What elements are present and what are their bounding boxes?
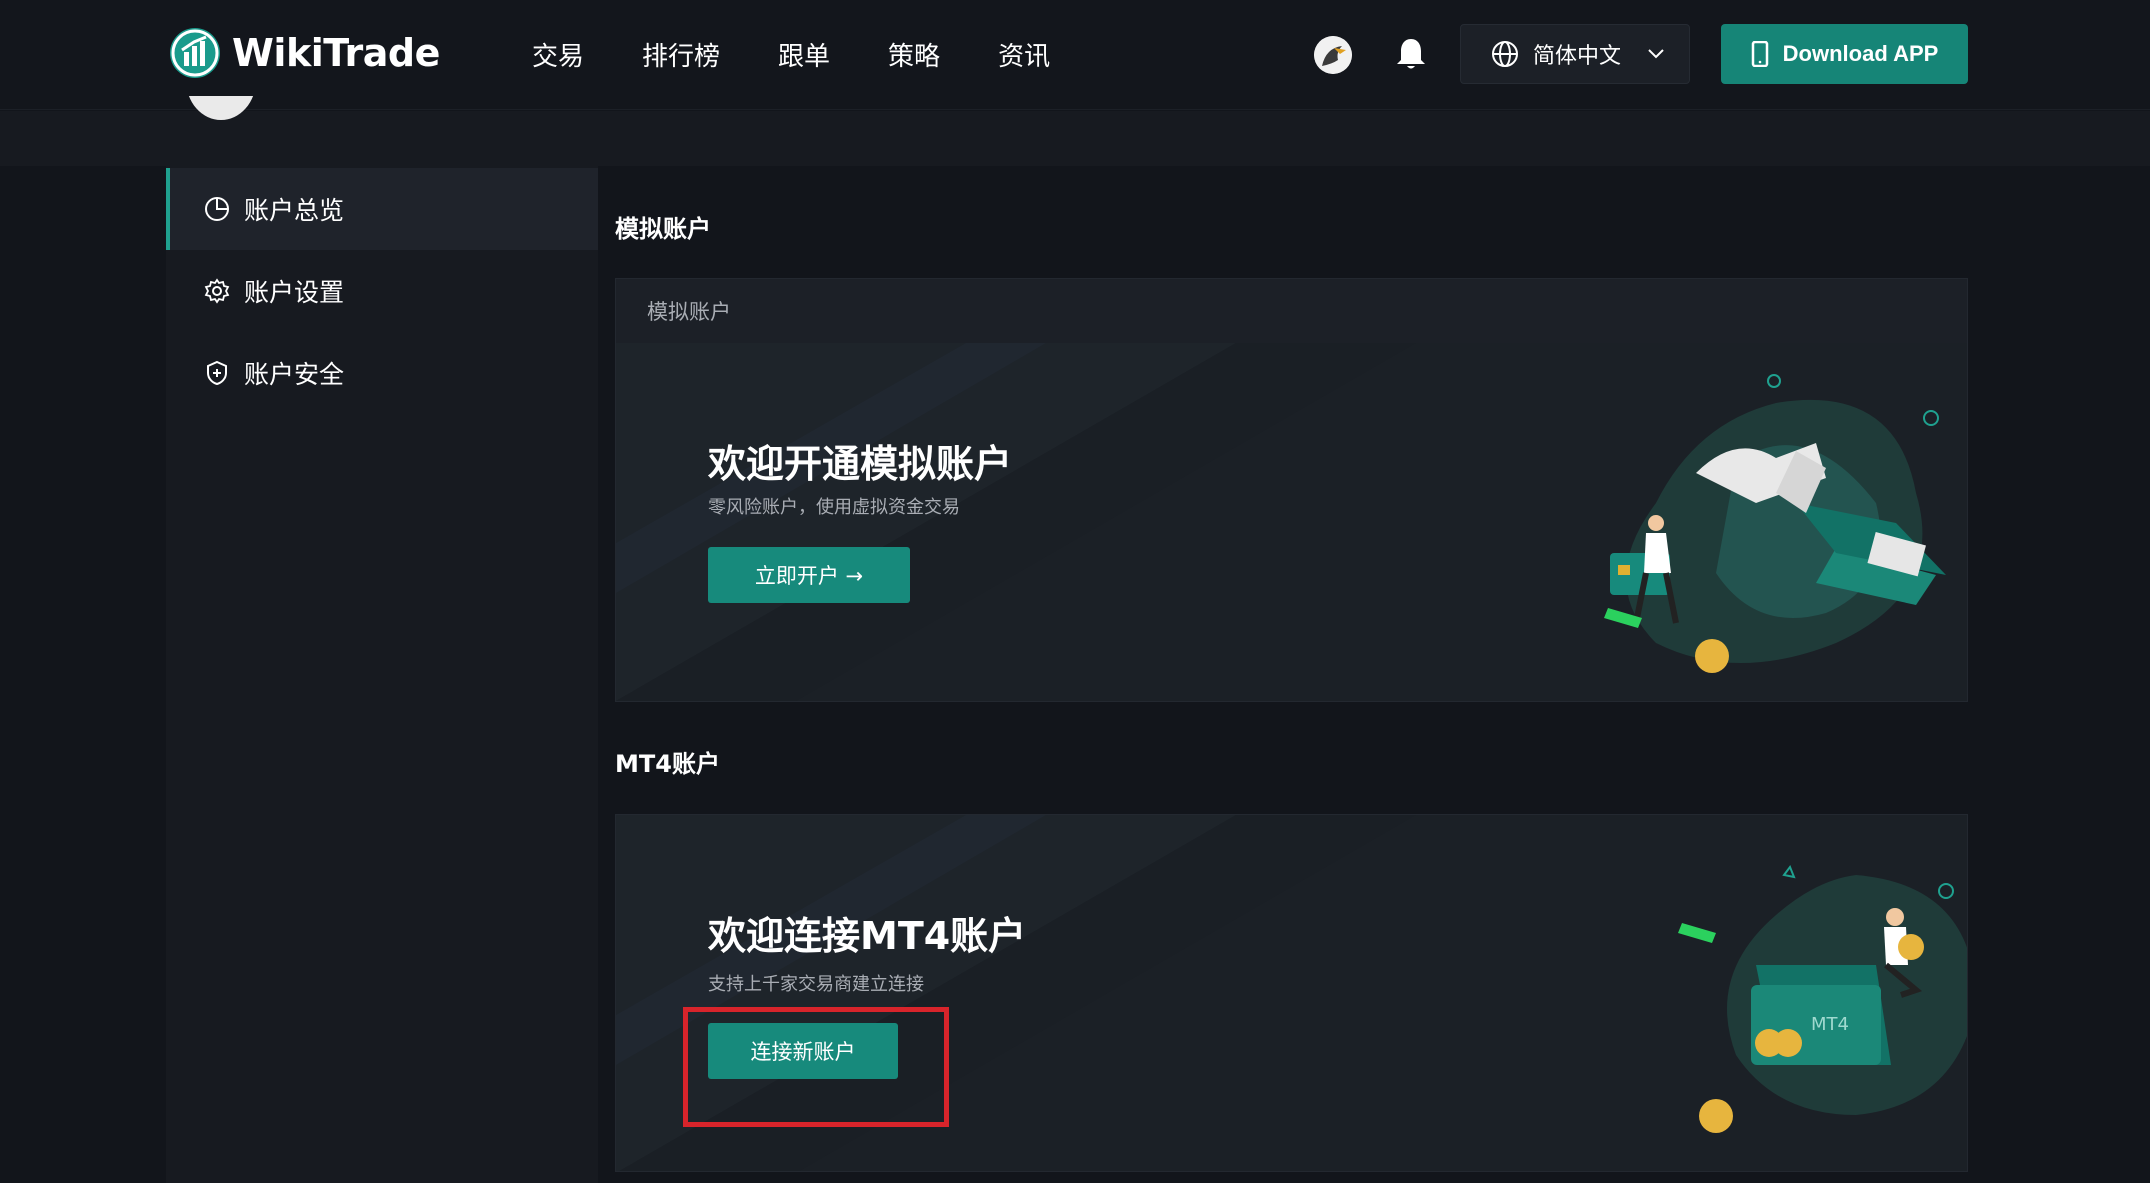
language-selector[interactable]: 简体中文 [1460, 24, 1690, 84]
sidebar-item-label: 账户总览 [244, 196, 345, 225]
sidebar-item-settings[interactable]: 账户设置 [166, 250, 598, 332]
mt4-card-label: MT4 [1811, 1014, 1849, 1035]
mt4-banner-title: 欢迎连接MT4账户 [708, 914, 1027, 958]
gear-icon [204, 278, 230, 304]
logo[interactable]: WikiTrade [170, 28, 440, 78]
phone-icon [1751, 41, 1768, 67]
demo-banner-title: 欢迎开通模拟账户 [708, 442, 1013, 486]
download-app-button[interactable]: Download APP [1721, 24, 1968, 84]
sidebar-item-label: 账户安全 [244, 360, 345, 389]
highlight-box [683, 1007, 949, 1127]
logo-text: WikiTrade [232, 31, 440, 75]
sidebar-item-overview[interactable]: 账户总览 [166, 168, 598, 250]
logo-icon [170, 28, 220, 78]
pie-chart-icon [205, 197, 229, 221]
demo-section-title: 模拟账户 [615, 215, 711, 243]
nav-item-ranking[interactable]: 排行榜 [642, 36, 720, 73]
demo-banner-subtitle: 零风险账户，使用虚拟资金交易 [708, 497, 960, 518]
main-nav: 交易 排行榜 跟单 策略 资讯 [532, 36, 1108, 73]
nav-item-copy[interactable]: 跟单 [778, 36, 830, 73]
shield-icon [207, 360, 227, 386]
open-demo-account-button[interactable]: 立即开户 → [708, 547, 910, 603]
sidebar-item-security[interactable]: 账户安全 [166, 332, 598, 414]
sidebar-item-label: 账户设置 [244, 278, 345, 307]
demo-card-header: 模拟账户 [647, 300, 731, 324]
pos-terminal-illustration [1604, 374, 1946, 673]
mt4-banner-subtitle: 支持上千家交易商建立连接 [708, 974, 924, 995]
bell-icon[interactable] [1394, 36, 1428, 72]
globe-icon [1492, 41, 1518, 67]
mt4-wallet-illustration: MT4 [1678, 864, 1967, 1133]
top-header: WikiTrade 交易 排行榜 跟单 策略 资讯 简体中文 Download … [0, 0, 2150, 110]
nav-item-news[interactable]: 资讯 [998, 36, 1050, 73]
mt4-section-title: MT4账户 [615, 750, 720, 778]
sidebar: 账户总览 账户设置 账户安全 [166, 166, 598, 1183]
profile-band [0, 111, 2150, 166]
download-app-label: Download APP [1782, 41, 1939, 66]
nav-item-strategy[interactable]: 策略 [888, 36, 940, 73]
language-label: 简体中文 [1533, 44, 1622, 69]
nav-item-trade[interactable]: 交易 [532, 36, 584, 73]
user-avatar[interactable] [1314, 36, 1352, 74]
demo-account-card: 模拟账户 欢迎开通模拟账户 零风险账户，使用虚拟资金交易 立即开户 → [615, 278, 1968, 702]
chevron-down-icon [1648, 49, 1664, 59]
demo-banner: 欢迎开通模拟账户 零风险账户，使用虚拟资金交易 立即开户 → [616, 343, 1967, 701]
